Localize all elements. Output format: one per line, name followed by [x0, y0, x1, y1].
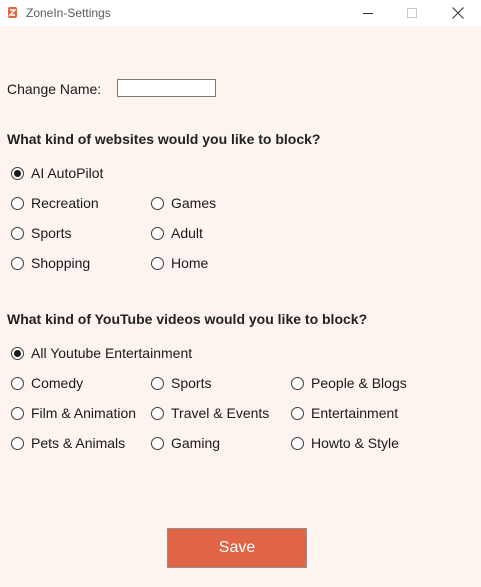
radio-label: Travel & Events — [171, 405, 270, 421]
maximize-icon — [407, 8, 417, 18]
radio-selected-dot — [14, 349, 21, 357]
website-radio-home[interactable]: Home — [151, 254, 208, 272]
youtube-radio-entertainment[interactable]: Entertainment — [291, 404, 398, 422]
radio-circle — [151, 406, 164, 420]
youtube-radio-gaming[interactable]: Gaming — [151, 434, 220, 452]
radio-label: Adult — [171, 225, 203, 241]
radio-circle — [11, 166, 24, 180]
radio-circle — [291, 436, 304, 450]
radio-circle — [151, 226, 164, 240]
youtube-heading: What kind of YouTube videos would you li… — [7, 311, 368, 327]
youtube-radio-all-entertainment[interactable]: All Youtube Entertainment — [11, 344, 192, 362]
radio-label: AI AutoPilot — [31, 165, 104, 181]
radio-label: Comedy — [31, 375, 84, 391]
radio-label: All Youtube Entertainment — [31, 345, 193, 361]
radio-circle — [11, 376, 24, 390]
radio-label: Sports — [31, 225, 72, 241]
radio-label: Sports — [171, 375, 212, 391]
radio-label: Gaming — [171, 435, 221, 451]
title-bar: ZoneIn-Settings — [0, 0, 481, 26]
radio-label: Entertainment — [311, 405, 399, 421]
websites-heading: What kind of websites would you like to … — [7, 131, 321, 147]
radio-circle — [11, 346, 24, 360]
website-radio-shopping[interactable]: Shopping — [11, 254, 90, 272]
radio-circle — [151, 376, 164, 390]
change-name-label: Change Name: — [7, 81, 102, 97]
name-input[interactable] — [117, 79, 216, 97]
youtube-radio-sports[interactable]: Sports — [151, 374, 211, 392]
maximize-button[interactable] — [389, 0, 435, 26]
minimize-icon — [363, 12, 373, 14]
radio-circle — [151, 256, 164, 270]
radio-circle — [291, 376, 304, 390]
radio-selected-dot — [14, 169, 21, 177]
save-button[interactable]: Save — [167, 528, 307, 568]
radio-circle — [151, 436, 164, 450]
youtube-radio-howto-style[interactable]: Howto & Style — [291, 434, 399, 452]
minimize-button[interactable] — [345, 0, 391, 26]
website-radio-adult[interactable]: Adult — [151, 224, 203, 242]
website-radio-ai-autopilot[interactable]: AI AutoPilot — [11, 164, 103, 182]
radio-circle — [11, 256, 24, 270]
app-logo-icon — [8, 7, 17, 18]
radio-label: Film & Animation — [31, 405, 137, 421]
radio-label: People & Blogs — [311, 375, 407, 391]
window-title: ZoneIn-Settings — [26, 6, 111, 20]
radio-circle — [11, 226, 24, 240]
settings-window: ZoneIn-Settings Change Name: What kind o… — [0, 0, 481, 587]
close-button[interactable] — [435, 0, 481, 26]
radio-circle — [11, 436, 24, 450]
radio-label: Games — [171, 195, 217, 211]
radio-label: Home — [171, 255, 209, 271]
radio-label: Pets & Animals — [31, 435, 126, 451]
youtube-radio-film-animation[interactable]: Film & Animation — [11, 404, 136, 422]
radio-label: Recreation — [31, 195, 99, 211]
youtube-radio-travel-events[interactable]: Travel & Events — [151, 404, 269, 422]
radio-circle — [291, 406, 304, 420]
website-radio-recreation[interactable]: Recreation — [11, 194, 99, 212]
website-radio-games[interactable]: Games — [151, 194, 216, 212]
website-radio-sports[interactable]: Sports — [11, 224, 71, 242]
youtube-radio-pets-animals[interactable]: Pets & Animals — [11, 434, 125, 452]
radio-circle — [11, 196, 24, 210]
close-icon — [452, 7, 464, 19]
radio-label: Shopping — [31, 255, 91, 271]
radio-circle — [11, 406, 24, 420]
radio-label: Howto & Style — [311, 435, 399, 451]
radio-circle — [151, 196, 164, 210]
youtube-radio-people-blogs[interactable]: People & Blogs — [291, 374, 407, 392]
youtube-radio-comedy[interactable]: Comedy — [11, 374, 83, 392]
